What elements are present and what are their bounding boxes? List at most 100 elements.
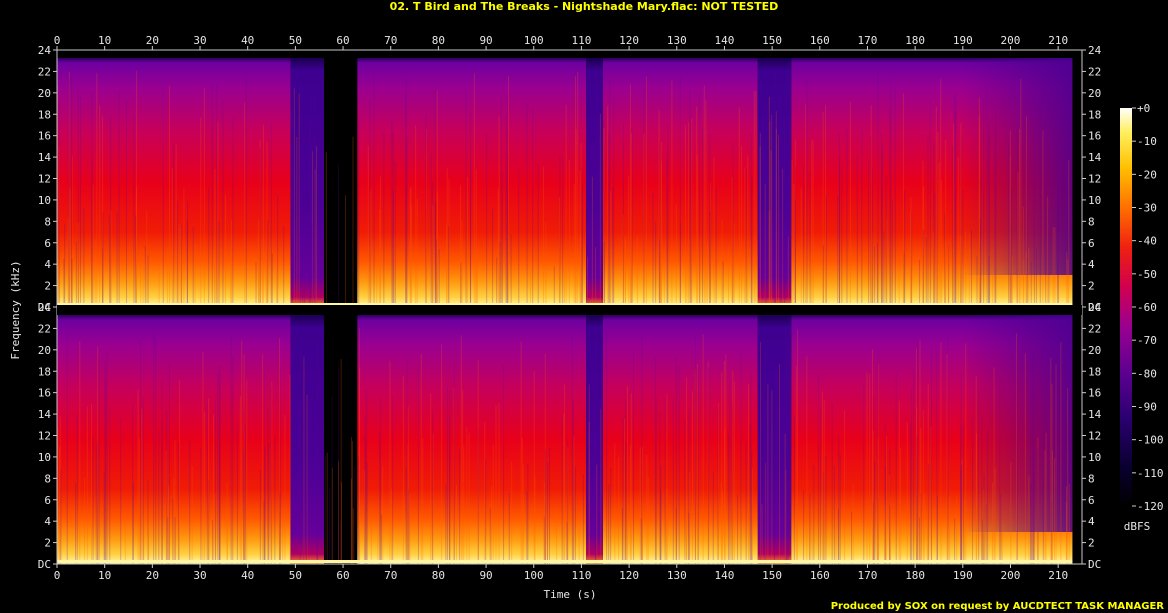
- streak: [299, 77, 301, 307]
- streak: [898, 258, 900, 307]
- streak: [230, 251, 232, 307]
- streak: [819, 408, 821, 564]
- streak: [389, 361, 391, 564]
- streak: [1047, 196, 1049, 307]
- streak: [466, 176, 468, 307]
- streak: [627, 386, 629, 564]
- streak: [71, 77, 73, 307]
- streak: [219, 409, 221, 564]
- streak: [68, 79, 70, 307]
- streak: [964, 498, 966, 564]
- streak: [1016, 121, 1018, 308]
- streak: [173, 145, 175, 307]
- streak: [143, 514, 145, 564]
- x-tick-label: 20: [146, 569, 159, 582]
- streak: [262, 124, 264, 307]
- streak: [884, 505, 886, 564]
- streak: [841, 165, 843, 307]
- x-tick-label: 120: [619, 34, 639, 47]
- streak: [438, 248, 440, 307]
- streak: [883, 231, 885, 307]
- x-tick-label: 180: [905, 569, 925, 582]
- streak: [983, 474, 985, 564]
- streak: [688, 122, 690, 307]
- streak: [430, 393, 432, 564]
- streak: [495, 405, 497, 564]
- streak: [1011, 255, 1013, 307]
- streak: [1000, 494, 1002, 564]
- colorbar-tick-label: -20: [1137, 168, 1157, 181]
- streak: [972, 418, 974, 564]
- streak: [545, 222, 547, 307]
- streak: [178, 223, 180, 307]
- streak: [925, 237, 927, 307]
- streak: [422, 438, 424, 564]
- streak: [289, 374, 291, 564]
- streak: [981, 414, 983, 564]
- streak: [456, 484, 458, 564]
- streak: [946, 354, 948, 564]
- streak: [501, 171, 503, 307]
- streak: [937, 132, 939, 307]
- streak: [991, 482, 993, 564]
- streak: [874, 462, 876, 564]
- x-tick-label: 10: [98, 34, 111, 47]
- streak: [913, 371, 915, 564]
- streak: [1024, 353, 1026, 564]
- streak: [507, 75, 509, 307]
- streak: [949, 496, 951, 564]
- streak: [1050, 357, 1052, 564]
- streak: [689, 90, 691, 307]
- streak: [941, 179, 943, 307]
- streak: [591, 176, 593, 307]
- x-tick-label: 210: [1048, 34, 1068, 47]
- post-end-region: [1072, 307, 1082, 564]
- streak: [664, 398, 666, 564]
- streak: [459, 449, 461, 564]
- streak: [98, 358, 100, 564]
- y-tick-label: 20: [38, 87, 51, 100]
- streak: [793, 183, 795, 307]
- y-tick-label: 6: [44, 494, 51, 507]
- streak: [910, 197, 912, 307]
- streak: [771, 390, 773, 564]
- streak: [985, 504, 987, 564]
- y-tick-label: 12: [38, 173, 51, 186]
- streak: [581, 184, 583, 307]
- y-tick-label: 6: [1088, 494, 1095, 507]
- x-tick-label: 170: [858, 34, 878, 47]
- streak: [957, 156, 959, 307]
- streak: [686, 253, 688, 307]
- streak: [800, 187, 802, 307]
- streak: [392, 132, 394, 307]
- streak: [505, 115, 507, 307]
- colorbar-tick-label: -40: [1137, 235, 1157, 248]
- streak: [936, 495, 938, 564]
- y-tick-label: 14: [38, 408, 52, 421]
- streak: [231, 220, 233, 307]
- streak: [1067, 388, 1069, 564]
- streak: [861, 130, 863, 307]
- streak: [460, 262, 462, 307]
- streak: [155, 338, 157, 564]
- x-tick-label: 110: [571, 569, 591, 582]
- streak: [376, 266, 378, 307]
- x-tick-label: 160: [810, 569, 830, 582]
- streak: [953, 97, 955, 307]
- x-tick-label: 0: [54, 569, 61, 582]
- streak: [636, 235, 638, 307]
- streak: [737, 493, 739, 564]
- streak: [475, 169, 477, 307]
- streak: [895, 373, 897, 564]
- streak: [186, 220, 188, 307]
- y-tick-label: 10: [1088, 451, 1101, 464]
- streak: [324, 455, 326, 564]
- streak: [573, 436, 575, 564]
- streak: [103, 472, 105, 564]
- streak: [947, 244, 949, 307]
- streak: [1066, 252, 1068, 307]
- x-tick-label: 10: [98, 569, 111, 582]
- x-tick-label: 100: [524, 34, 544, 47]
- streak: [780, 203, 782, 307]
- streak: [1031, 350, 1033, 564]
